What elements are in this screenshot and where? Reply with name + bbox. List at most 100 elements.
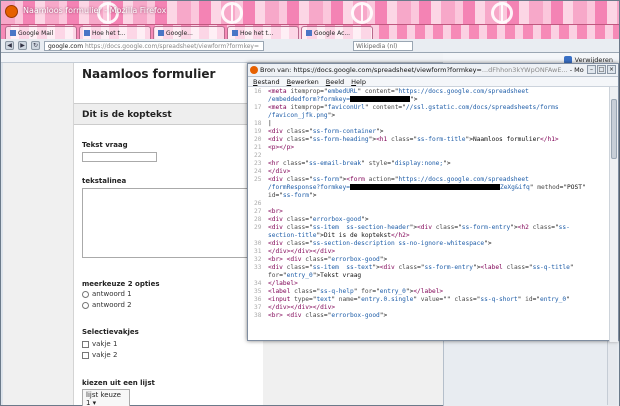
code-token: "> <box>484 240 492 247</box>
code-token: =" <box>454 224 462 231</box>
line-number: 30 <box>254 240 262 247</box>
line-number: 34 <box>254 280 262 287</box>
url-bar[interactable]: google.com https://docs.google.com/sprea… <box>44 40 264 51</box>
radio-button[interactable] <box>82 301 89 309</box>
code-token: class <box>286 176 306 183</box>
source-line: 19 <div class="ss-form-container"> <box>254 128 604 136</box>
code-token: <input <box>268 296 295 303</box>
code-token: for <box>268 272 280 279</box>
question-label: Selectievakjes <box>82 328 139 336</box>
tab-item[interactable]: Google Ac... <box>301 26 373 39</box>
line-number: 36 <box>254 296 262 303</box>
checkbox-option[interactable]: vakje 1 <box>82 340 117 348</box>
menu-bewerken[interactable]: Bewerken <box>287 78 319 86</box>
source-scrollbar[interactable] <box>609 87 618 342</box>
code-token: class <box>305 312 324 319</box>
code-token: "> <box>379 256 388 263</box>
line-number: 17 <box>254 104 262 111</box>
code-token: | <box>268 120 272 127</box>
list-select[interactable]: lijst keuze 1 ▾ <box>82 389 130 406</box>
back-icon[interactable]: ◀ <box>5 41 14 50</box>
checkbox-option[interactable]: vakje 2 <box>82 351 117 359</box>
firefox-titlebar[interactable]: Naamloos formulier - Mozilla Firefox <box>1 1 619 25</box>
code-token: ss-form-entry <box>461 224 511 231</box>
code-token: text <box>316 296 332 303</box>
code-token: <div <box>268 216 287 223</box>
code-token: itemprop <box>290 104 321 111</box>
forward-icon[interactable]: ▶ <box>18 41 27 50</box>
source-code-view[interactable]: 16 <meta itemprop="embedURL" content="htt… <box>248 87 610 342</box>
code-token: ss-section-description ss-no-ignore-whit… <box>312 240 485 247</box>
code-token: ss-form <box>312 176 339 183</box>
view-source-window: Bron van: https://docs.google.com/spread… <box>247 63 619 342</box>
close-icon[interactable]: × <box>607 65 616 74</box>
menu-help[interactable]: Help <box>351 78 366 86</box>
code-token: ss-form-container <box>312 128 377 135</box>
peace-decoration-icon <box>351 2 373 24</box>
code-token: =" <box>275 192 283 199</box>
code-token: value <box>420 296 440 303</box>
reload-icon[interactable]: ↻ <box>31 41 40 50</box>
code-token: //ssl.gstatic.com/docs/spreadsheets/form… <box>405 104 559 111</box>
menu-beeld[interactable]: Beeld <box>326 78 344 86</box>
tab-item[interactable]: Google Mail <box>5 26 77 39</box>
source-line: 33 <div class="ss-item ss-text"><div clas… <box>254 264 604 272</box>
radio-button[interactable] <box>82 290 89 298</box>
form-section-header: Dit is de koptekst <box>74 103 264 125</box>
menu-bestand[interactable]: Bestand <box>253 78 280 86</box>
code-token: ">Naamloos formulier <box>465 136 541 143</box>
code-token: class <box>305 256 324 263</box>
code-token: <hr <box>268 160 283 167</box>
source-line: section-title">Dit is de koptekst</h2> <box>254 232 604 240</box>
code-token: "> <box>308 192 317 199</box>
source-line: 16 <meta itemprop="embedURL" content="htt… <box>254 88 604 96</box>
code-token: class <box>390 136 410 143</box>
line-number: 32 <box>254 256 262 263</box>
radio-option[interactable]: antwoord 2 <box>82 301 132 309</box>
source-window-title: Bron van: https://docs.google.com/spread… <box>260 66 584 74</box>
line-number: 23 <box>254 160 262 167</box>
source-line: 28 <div class="errorbox-good"> <box>254 216 604 224</box>
code-token: class <box>286 240 306 247</box>
checkbox[interactable] <box>82 340 89 348</box>
minimize-icon[interactable]: – <box>587 65 596 74</box>
source-line: 24 </div> <box>254 168 604 176</box>
firefox-logo-icon <box>5 5 18 18</box>
source-line: 25 <div class="ss-form"><form action="htt… <box>254 176 604 184</box>
code-token: itemprop <box>290 88 321 95</box>
code-token: style <box>368 160 388 167</box>
code-token: ">Dit is de koptekst <box>316 232 391 239</box>
paragraph-textarea[interactable] <box>82 188 260 258</box>
search-box[interactable]: Wikipedia (nl) <box>353 41 413 51</box>
question-label: meerkeuze 2 opties <box>82 280 160 288</box>
scrollbar-thumb[interactable] <box>611 99 617 159</box>
code-token: <div <box>379 264 399 271</box>
code-token: <div <box>268 240 287 247</box>
text-question-input[interactable] <box>82 152 157 162</box>
code-token: "> <box>376 128 384 135</box>
line-number: 20 <box>254 136 262 143</box>
code-token: class <box>286 264 306 271</box>
code-token: "> <box>372 264 380 271</box>
radio-option[interactable]: antwoord 1 <box>82 290 132 298</box>
tab-item[interactable]: Hoe het t... <box>227 26 299 39</box>
code-token: =" <box>532 296 541 303</box>
source-line: 31 </div></div></div> <box>254 248 604 256</box>
tab-item[interactable]: Google... <box>153 26 225 39</box>
code-token: ZeXg&ifq <box>499 184 530 191</box>
firefox-tab-strip: Google Mail Hoe het t... Google... Hoe h… <box>1 25 619 39</box>
code-token: "> <box>379 312 388 319</box>
code-token: ss-q-title <box>532 264 570 271</box>
code-token: </div></div></div> <box>268 248 336 255</box>
code-token: =" <box>551 224 559 231</box>
code-token: <label <box>268 288 295 295</box>
code-token: ss-item ss-text <box>312 264 373 271</box>
code-token: =" <box>525 264 533 271</box>
checkbox[interactable] <box>82 351 89 359</box>
source-titlebar[interactable]: Bron van: https://docs.google.com/spread… <box>248 64 618 77</box>
maximize-icon[interactable]: □ <box>597 65 606 74</box>
code-token: <div <box>268 136 287 143</box>
line-number: 33 <box>254 264 262 271</box>
tab-item[interactable]: Hoe het t... <box>79 26 151 39</box>
code-token: /embeddedform?formkey= <box>268 96 350 103</box>
